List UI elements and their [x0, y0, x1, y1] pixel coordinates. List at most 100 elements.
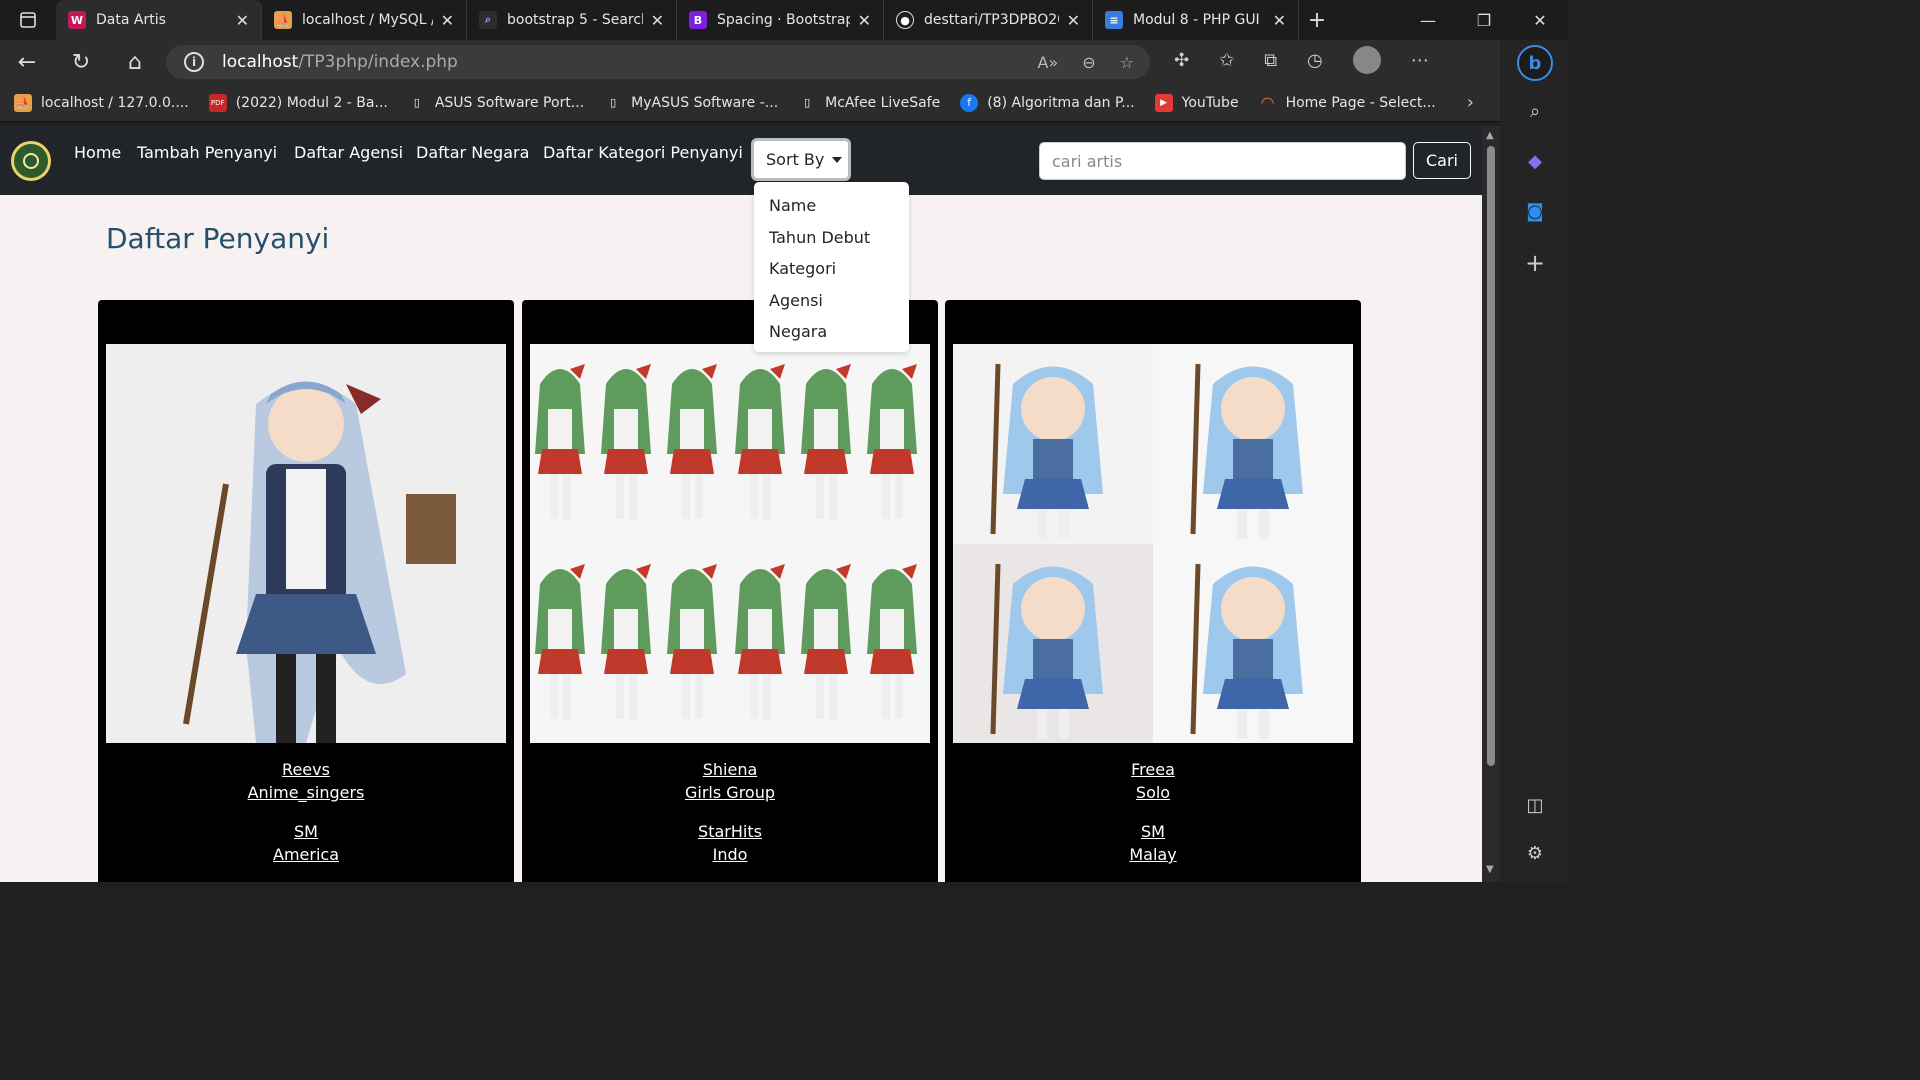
logo-emblem-icon	[23, 153, 39, 169]
tab-3[interactable]: B Spacing · Bootstrap ✕	[677, 0, 884, 40]
refresh-icon[interactable]: ↻	[54, 40, 108, 84]
zoom-icon[interactable]: ⊖	[1082, 53, 1095, 72]
collections-icon[interactable]: ⧉	[1264, 50, 1277, 74]
artist-country-link[interactable]: Indo	[522, 843, 938, 866]
sort-option-agensi[interactable]: Agensi	[754, 285, 909, 317]
tab-2[interactable]: ⌕ bootstrap 5 - Search ✕	[467, 0, 677, 40]
more-icon[interactable]: ⋯	[1411, 50, 1429, 74]
copilot-icon[interactable]: ◆	[1520, 146, 1550, 176]
tab-title: Modul 8 - PHP GUI	[1133, 12, 1260, 28]
search-placeholder: cari artis	[1052, 151, 1123, 171]
artist-country-link[interactable]: America	[98, 843, 514, 866]
globe-icon: ◠	[1260, 93, 1275, 112]
chevron-right-icon[interactable]: ›	[1467, 92, 1474, 113]
nav-daftar-agensi[interactable]: Daftar Agensi	[294, 143, 403, 162]
search-icon[interactable]: ⌕	[1520, 96, 1550, 126]
profile-avatar[interactable]	[1352, 46, 1381, 74]
search-icon: ⌕	[479, 11, 497, 29]
bookmark-label: (2022) Modul 2 - Ba...	[235, 94, 388, 111]
artist-name-link[interactable]: Shiena	[522, 758, 938, 781]
bookmark-item[interactable]: ⛵ localhost / 127.0.0....	[14, 93, 189, 112]
scrollbar-thumb[interactable]	[1487, 146, 1495, 766]
home-icon[interactable]: ⌂	[108, 40, 162, 84]
close-icon[interactable]: ✕	[1067, 11, 1080, 30]
close-icon[interactable]: ✕	[651, 11, 664, 30]
bookmark-item[interactable]: ▶ YouTube	[1154, 93, 1239, 112]
artist-country-link[interactable]: Malay	[945, 843, 1361, 866]
artist-card[interactable]: Reevs Anime_singers SM America	[98, 300, 514, 882]
url-field[interactable]: i localhost /TP3php/index.php A» ⊖ ☆	[166, 45, 1150, 79]
tab-actions-icon[interactable]	[0, 0, 56, 40]
extensions-icon[interactable]: ✣	[1174, 50, 1189, 74]
sidebar-toggle-icon[interactable]: ◫	[1520, 790, 1550, 820]
artist-agency-link[interactable]: SM	[945, 820, 1361, 843]
bing-icon[interactable]: b	[1517, 45, 1553, 81]
close-window-icon[interactable]: ✕	[1512, 0, 1568, 40]
page-icon: ▯	[804, 96, 811, 109]
site-info-icon[interactable]: i	[184, 52, 204, 72]
tab-title: desttari/TP3DPBO20	[924, 12, 1059, 28]
bookmark-item[interactable]: ▯ McAfee LiveSafe	[798, 94, 940, 112]
close-icon[interactable]: ✕	[1273, 11, 1286, 30]
search-button[interactable]: Cari	[1413, 142, 1471, 179]
scroll-down-icon[interactable]: ▼	[1486, 864, 1494, 875]
artist-category-link[interactable]: Solo	[945, 781, 1361, 804]
restore-icon[interactable]: ❐	[1456, 0, 1512, 40]
bookmark-item[interactable]: ◠ Home Page - Select...	[1259, 93, 1436, 112]
artist-category-link[interactable]: Girls Group	[522, 781, 938, 804]
close-icon[interactable]: ✕	[441, 11, 454, 30]
github-icon: ●	[896, 11, 914, 29]
close-icon[interactable]: ✕	[236, 11, 249, 30]
bookmark-item[interactable]: PDF (2022) Modul 2 - Ba...	[208, 93, 388, 112]
site-logo[interactable]	[11, 141, 51, 181]
back-icon[interactable]: ←	[0, 40, 54, 84]
add-favorite-icon[interactable]: ☆	[1120, 53, 1134, 72]
settings-icon[interactable]: ⚙	[1520, 838, 1550, 868]
outlook-icon[interactable]: ◙	[1520, 196, 1550, 226]
bookmark-item[interactable]: f (8) Algoritma dan P...	[960, 93, 1135, 112]
bookmark-item[interactable]: ▯ MyASUS Software -...	[604, 94, 778, 112]
page-title: Daftar Penyanyi	[106, 222, 330, 255]
nav-daftar-kategori[interactable]: Daftar Kategori Penyanyi	[543, 143, 743, 162]
tab-5[interactable]: ≡ Modul 8 - PHP GUI ✕	[1093, 0, 1299, 40]
nav-daftar-negara[interactable]: Daftar Negara	[416, 143, 529, 162]
artist-name-link[interactable]: Freea	[945, 758, 1361, 781]
artist-name-link[interactable]: Reevs	[98, 758, 514, 781]
history-icon[interactable]: ◷	[1307, 50, 1323, 74]
page-icon: ▯	[413, 96, 420, 109]
tab-title: Data Artis	[96, 12, 166, 28]
tab-1[interactable]: ⛵ localhost / MySQL / ✕	[262, 0, 467, 40]
nav-tambah-penyanyi[interactable]: Tambah Penyanyi	[137, 143, 277, 162]
sort-option-tahun-debut[interactable]: Tahun Debut	[754, 222, 909, 254]
artist-image[interactable]	[530, 344, 930, 743]
artist-card[interactable]: Shiena Girls Group StarHits Indo	[522, 300, 938, 882]
youtube-icon: ▶	[1154, 93, 1173, 112]
add-icon[interactable]: +	[1520, 248, 1550, 278]
tab-4[interactable]: ● desttari/TP3DPBO20 ✕	[884, 0, 1093, 40]
scroll-up-icon[interactable]: ▲	[1486, 130, 1494, 141]
artist-info: Reevs Anime_singers SM America	[98, 758, 514, 866]
nav-home[interactable]: Home	[74, 143, 121, 162]
sort-option-name[interactable]: Name	[754, 190, 909, 222]
read-aloud-icon[interactable]: A»	[1038, 53, 1059, 72]
artist-agency-link[interactable]: StarHits	[522, 820, 938, 843]
new-tab-icon[interactable]: +	[1299, 8, 1335, 33]
page-scrollbar[interactable]: ▲ ▼	[1482, 126, 1500, 882]
artist-category-link[interactable]: Anime_singers	[98, 781, 514, 804]
bookmark-label: ASUS Software Port...	[434, 94, 585, 111]
sort-by-button[interactable]: Sort By	[751, 138, 851, 181]
bookmark-item[interactable]: ▯ ASUS Software Port...	[408, 94, 584, 112]
artist-agency-link[interactable]: SM	[98, 820, 514, 843]
search-input[interactable]: cari artis	[1039, 142, 1406, 180]
tab-bar: W Data Artis ✕ ⛵ localhost / MySQL / ✕ ⌕…	[0, 0, 1568, 40]
minimize-icon[interactable]: —	[1400, 0, 1456, 40]
artist-image[interactable]	[106, 344, 506, 743]
artist-image[interactable]	[953, 344, 1353, 743]
sort-by-label: Sort By	[766, 150, 825, 169]
sort-option-negara[interactable]: Negara	[754, 316, 909, 348]
artist-card[interactable]: Freea Solo SM Malay	[945, 300, 1361, 882]
favorites-icon[interactable]: ✩	[1219, 50, 1234, 74]
sort-option-kategori[interactable]: Kategori	[754, 253, 909, 285]
tab-0[interactable]: W Data Artis ✕	[56, 0, 262, 40]
close-icon[interactable]: ✕	[858, 11, 871, 30]
